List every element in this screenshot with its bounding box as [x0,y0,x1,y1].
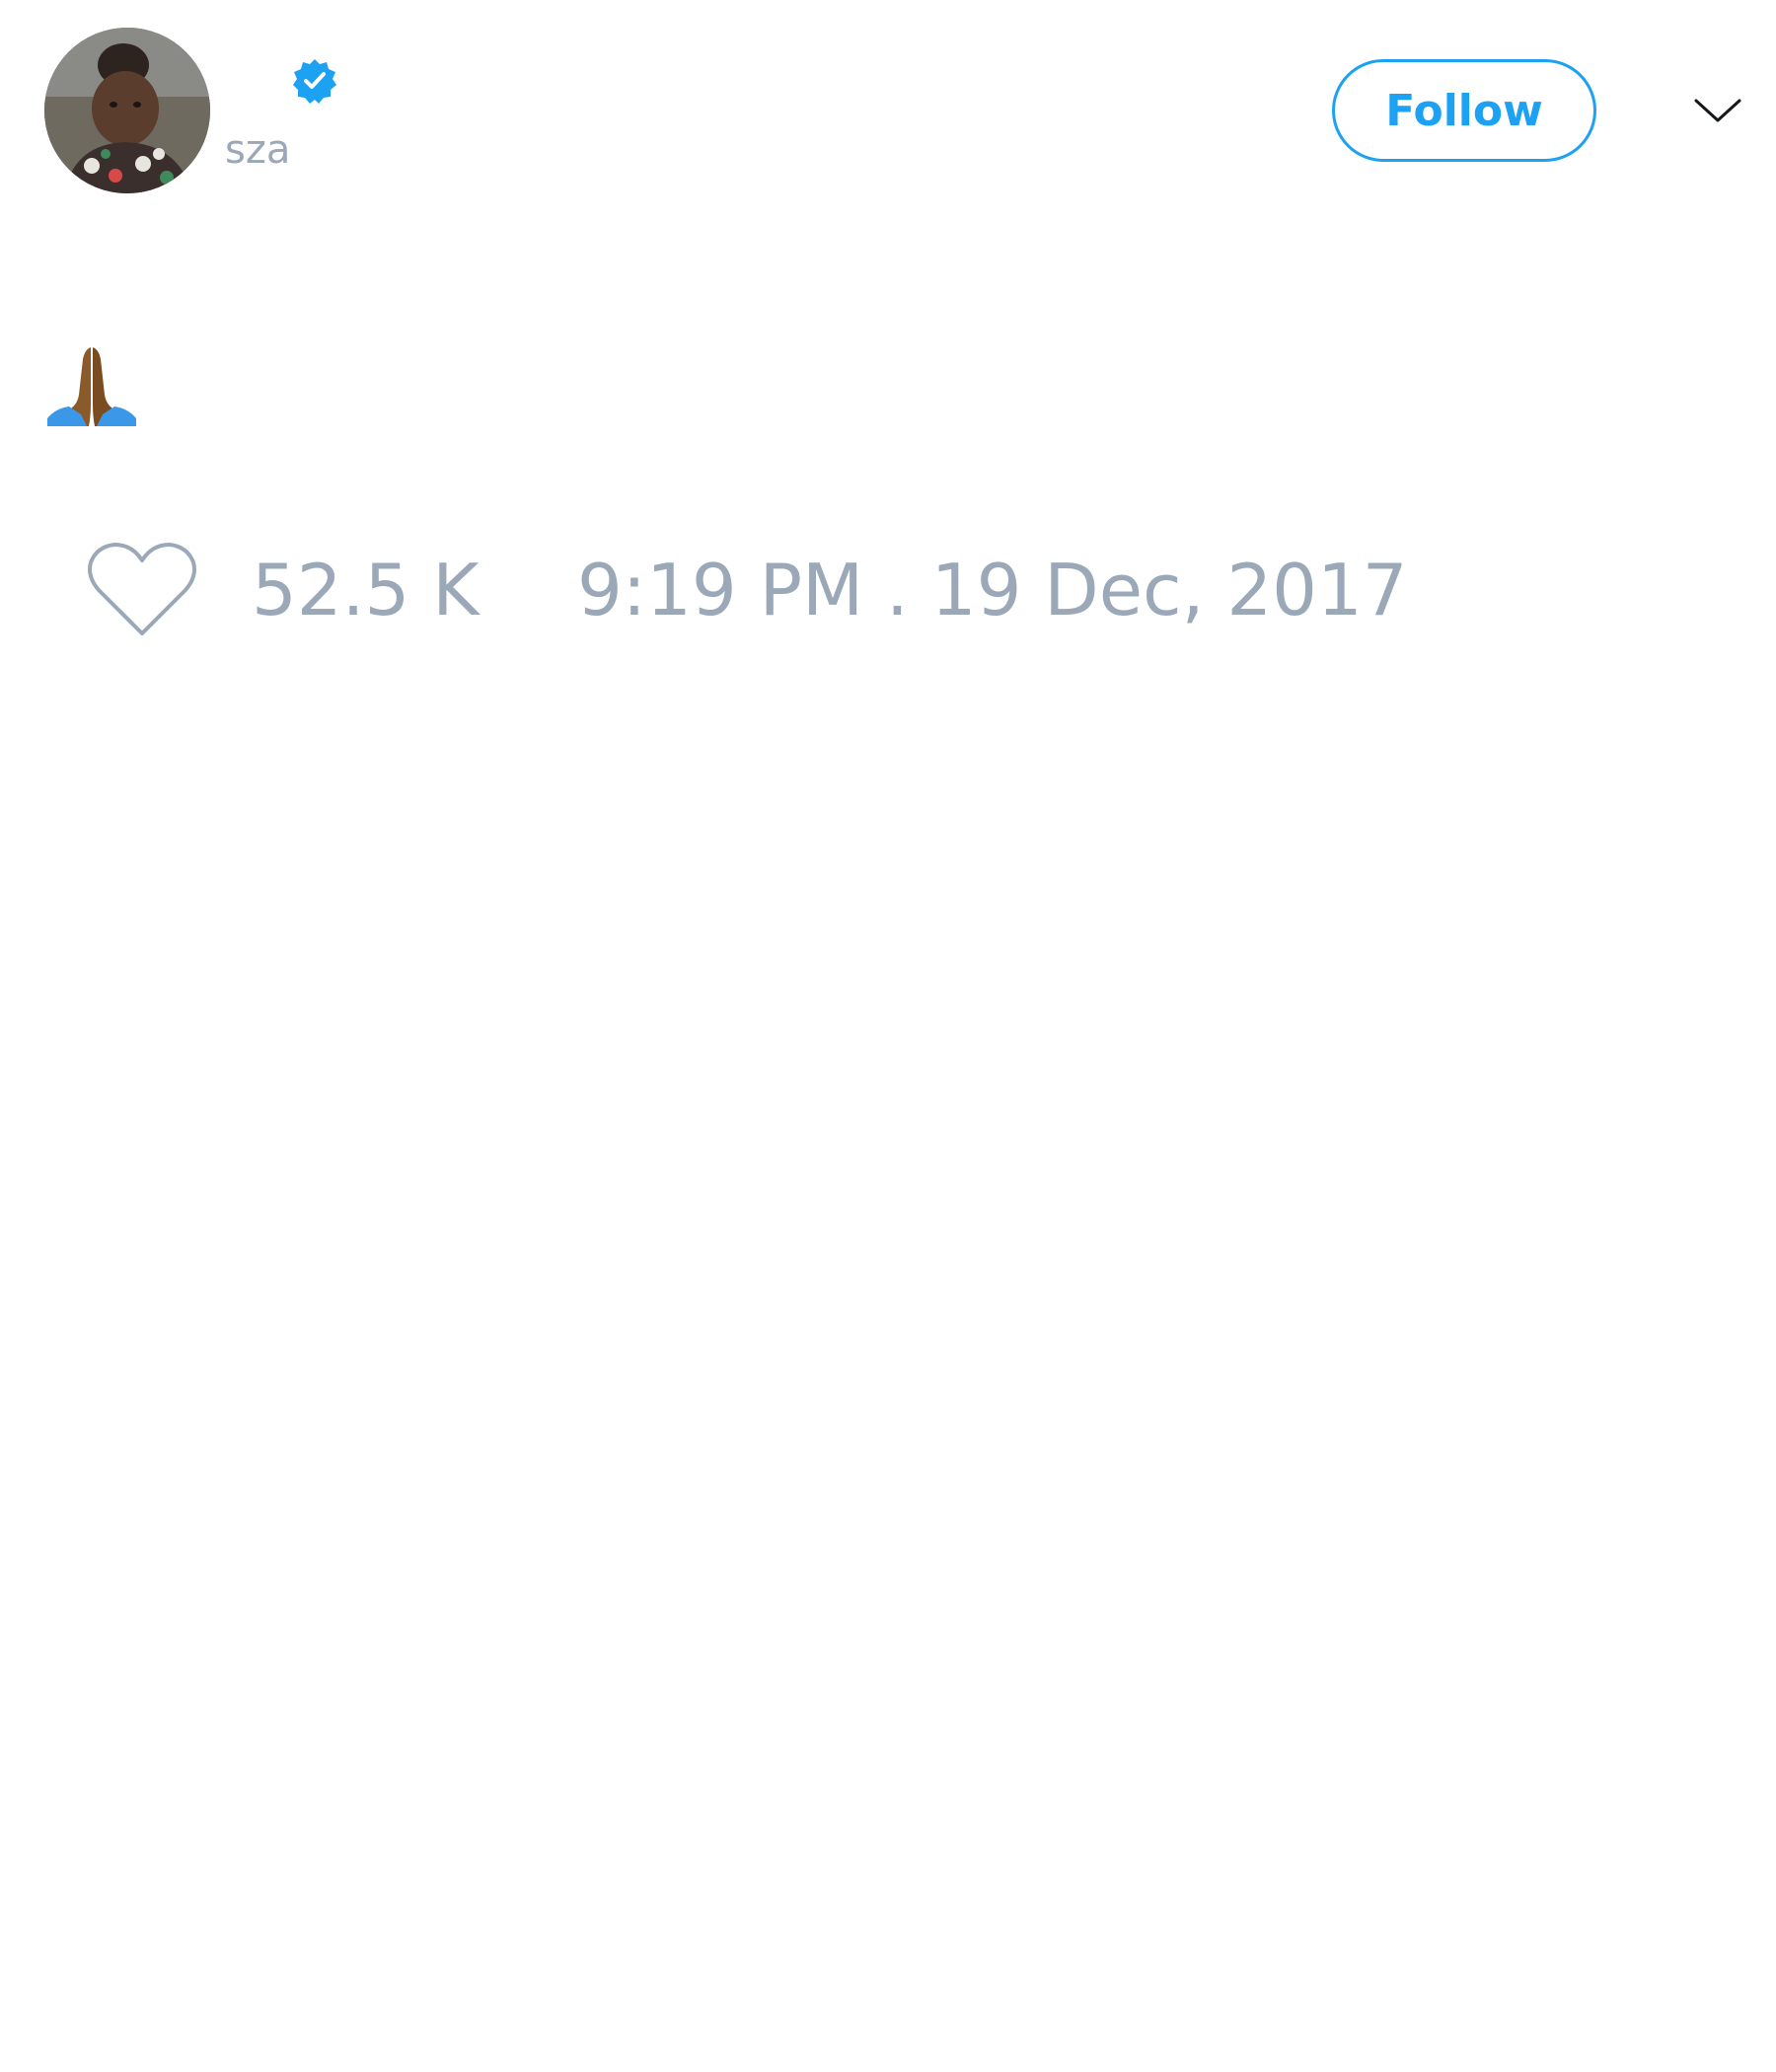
tweet-timestamp[interactable]: 9:19 PM . 19 Dec, 2017 [577,548,1408,632]
avatar[interactable] [44,28,210,193]
follow-button[interactable]: Follow [1332,59,1596,162]
verified-badge-icon [291,57,338,105]
avatar-image [44,28,210,193]
tweet-text [47,345,136,426]
like-count: 52.5 K [252,549,480,631]
praying-hands-emoji [47,347,136,426]
chevron-down-icon[interactable] [1692,91,1743,130]
author-handle[interactable]: sza [225,126,290,174]
heart-icon[interactable] [87,541,197,639]
tweet-card: sza Follow 52.5 K 9:19 PM . 19 Dec, 2017 [0,0,1776,2072]
